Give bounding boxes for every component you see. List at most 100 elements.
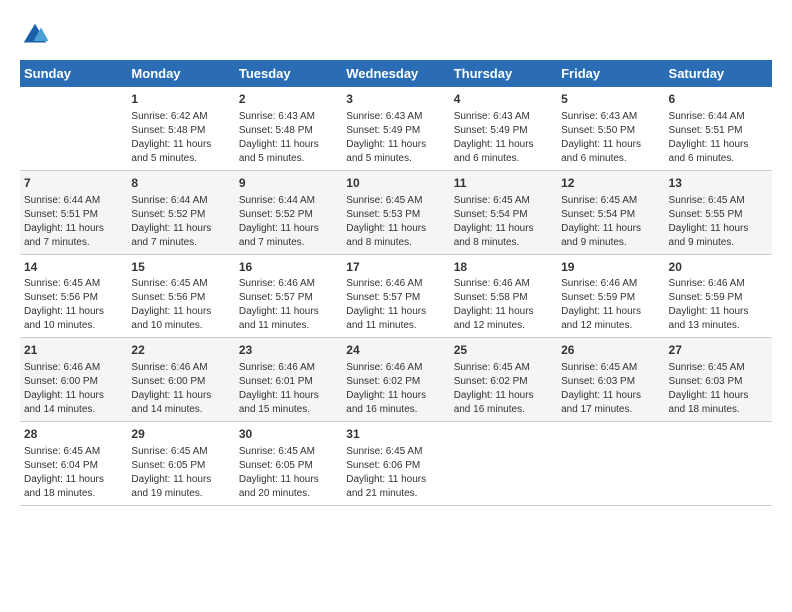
cell-line: Sunset: 6:03 PM: [561, 375, 660, 389]
cell-w2-d7: 13Sunrise: 6:45 AMSunset: 5:55 PMDayligh…: [665, 170, 772, 254]
cell-line: and 17 minutes.: [561, 403, 660, 417]
cell-line: Sunrise: 6:45 AM: [24, 445, 123, 459]
day-number: 2: [239, 91, 338, 108]
cell-w4-d5: 25Sunrise: 6:45 AMSunset: 6:02 PMDayligh…: [450, 338, 557, 422]
col-header-sunday: Sunday: [20, 60, 127, 87]
cell-line: Daylight: 11 hours: [239, 473, 338, 487]
day-number: 31: [346, 426, 445, 443]
day-number: 25: [454, 342, 553, 359]
cell-line: Daylight: 11 hours: [454, 305, 553, 319]
cell-line: and 6 minutes.: [454, 152, 553, 166]
cell-w1-d6: 5Sunrise: 6:43 AMSunset: 5:50 PMDaylight…: [557, 87, 664, 170]
day-number: 29: [131, 426, 230, 443]
cell-line: Sunrise: 6:43 AM: [454, 110, 553, 124]
cell-line: Sunset: 5:52 PM: [131, 208, 230, 222]
cell-w5-d7: [665, 422, 772, 506]
cell-w3-d7: 20Sunrise: 6:46 AMSunset: 5:59 PMDayligh…: [665, 254, 772, 338]
cell-w5-d4: 31Sunrise: 6:45 AMSunset: 6:06 PMDayligh…: [342, 422, 449, 506]
col-header-friday: Friday: [557, 60, 664, 87]
day-number: 5: [561, 91, 660, 108]
cell-w1-d1: [20, 87, 127, 170]
cell-line: and 18 minutes.: [669, 403, 768, 417]
cell-line: and 9 minutes.: [669, 236, 768, 250]
cell-line: Sunrise: 6:43 AM: [561, 110, 660, 124]
cell-w2-d6: 12Sunrise: 6:45 AMSunset: 5:54 PMDayligh…: [557, 170, 664, 254]
cell-line: Sunset: 5:59 PM: [669, 291, 768, 305]
day-number: 13: [669, 175, 768, 192]
cell-line: Sunset: 6:04 PM: [24, 459, 123, 473]
cell-line: and 18 minutes.: [24, 487, 123, 501]
col-header-thursday: Thursday: [450, 60, 557, 87]
cell-line: and 7 minutes.: [24, 236, 123, 250]
cell-line: Sunrise: 6:45 AM: [239, 445, 338, 459]
cell-line: Sunset: 5:51 PM: [669, 124, 768, 138]
calendar-table: SundayMondayTuesdayWednesdayThursdayFrid…: [20, 60, 772, 506]
cell-line: Sunrise: 6:45 AM: [131, 445, 230, 459]
cell-w1-d3: 2Sunrise: 6:43 AMSunset: 5:48 PMDaylight…: [235, 87, 342, 170]
cell-line: Daylight: 11 hours: [346, 389, 445, 403]
cell-line: and 14 minutes.: [24, 403, 123, 417]
day-number: 28: [24, 426, 123, 443]
cell-line: and 13 minutes.: [669, 319, 768, 333]
cell-line: and 16 minutes.: [346, 403, 445, 417]
cell-line: Sunrise: 6:45 AM: [669, 361, 768, 375]
cell-w4-d6: 26Sunrise: 6:45 AMSunset: 6:03 PMDayligh…: [557, 338, 664, 422]
cell-line: Sunrise: 6:43 AM: [346, 110, 445, 124]
cell-line: and 15 minutes.: [239, 403, 338, 417]
cell-line: Sunset: 6:05 PM: [239, 459, 338, 473]
day-number: 21: [24, 342, 123, 359]
day-number: 8: [131, 175, 230, 192]
cell-w4-d2: 22 Sunrise: 6:46 AMSunset: 6:00 PMDayligh…: [127, 338, 234, 422]
cell-line: Sunrise: 6:44 AM: [669, 110, 768, 124]
col-header-wednesday: Wednesday: [342, 60, 449, 87]
col-header-saturday: Saturday: [665, 60, 772, 87]
cell-line: Sunset: 5:52 PM: [239, 208, 338, 222]
cell-line: Sunrise: 6:45 AM: [561, 361, 660, 375]
cell-line: Sunset: 5:54 PM: [561, 208, 660, 222]
cell-line: Daylight: 11 hours: [131, 389, 230, 403]
cell-w2-d5: 11Sunrise: 6:45 AMSunset: 5:54 PMDayligh…: [450, 170, 557, 254]
cell-line: and 8 minutes.: [454, 236, 553, 250]
cell-line: and 6 minutes.: [669, 152, 768, 166]
cell-line: Sunset: 6:01 PM: [239, 375, 338, 389]
cell-line: and 16 minutes.: [454, 403, 553, 417]
cell-line: Sunrise: 6:45 AM: [454, 194, 553, 208]
day-number: 27: [669, 342, 768, 359]
cell-line: and 8 minutes.: [346, 236, 445, 250]
cell-line: Sunset: 5:48 PM: [239, 124, 338, 138]
cell-w5-d1: 28 Sunrise: 6:45 AMSunset: 6:04 PMDayligh…: [20, 422, 127, 506]
cell-line: Sunset: 5:57 PM: [346, 291, 445, 305]
col-header-tuesday: Tuesday: [235, 60, 342, 87]
cell-line: Daylight: 11 hours: [454, 389, 553, 403]
day-number: 12: [561, 175, 660, 192]
cell-line: Sunrise: 6:46 AM: [131, 361, 230, 375]
cell-line: and 20 minutes.: [239, 487, 338, 501]
cell-line: Sunset: 5:55 PM: [669, 208, 768, 222]
cell-line: Daylight: 11 hours: [669, 305, 768, 319]
cell-w3-d2: 15Sunrise: 6:45 AMSunset: 5:56 PMDayligh…: [127, 254, 234, 338]
day-number: 19: [561, 259, 660, 276]
week-row-2: 7Sunrise: 6:44 AMSunset: 5:51 PMDaylight…: [20, 170, 772, 254]
cell-line: and 9 minutes.: [561, 236, 660, 250]
cell-line: Daylight: 11 hours: [24, 473, 123, 487]
cell-line: Sunset: 6:00 PM: [24, 375, 123, 389]
cell-line: Sunrise: 6:44 AM: [24, 194, 123, 208]
cell-line: Daylight: 11 hours: [561, 305, 660, 319]
day-number: 9: [239, 175, 338, 192]
cell-line: Sunset: 6:00 PM: [131, 375, 230, 389]
cell-line: Sunset: 5:49 PM: [346, 124, 445, 138]
cell-w3-d6: 19Sunrise: 6:46 AMSunset: 5:59 PMDayligh…: [557, 254, 664, 338]
cell-line: Sunrise: 6:45 AM: [346, 194, 445, 208]
cell-line: Sunrise: 6:46 AM: [239, 277, 338, 291]
day-number: 14: [24, 259, 123, 276]
cell-line: Sunrise: 6:46 AM: [346, 361, 445, 375]
cell-line: Sunset: 6:02 PM: [454, 375, 553, 389]
cell-line: Sunrise: 6:43 AM: [239, 110, 338, 124]
cell-line: Sunrise: 6:45 AM: [561, 194, 660, 208]
day-number: 26: [561, 342, 660, 359]
cell-line: Sunset: 5:49 PM: [454, 124, 553, 138]
cell-line: Sunrise: 6:46 AM: [561, 277, 660, 291]
cell-line: Daylight: 11 hours: [24, 305, 123, 319]
cell-line: and 5 minutes.: [239, 152, 338, 166]
day-number: 22: [131, 342, 230, 359]
